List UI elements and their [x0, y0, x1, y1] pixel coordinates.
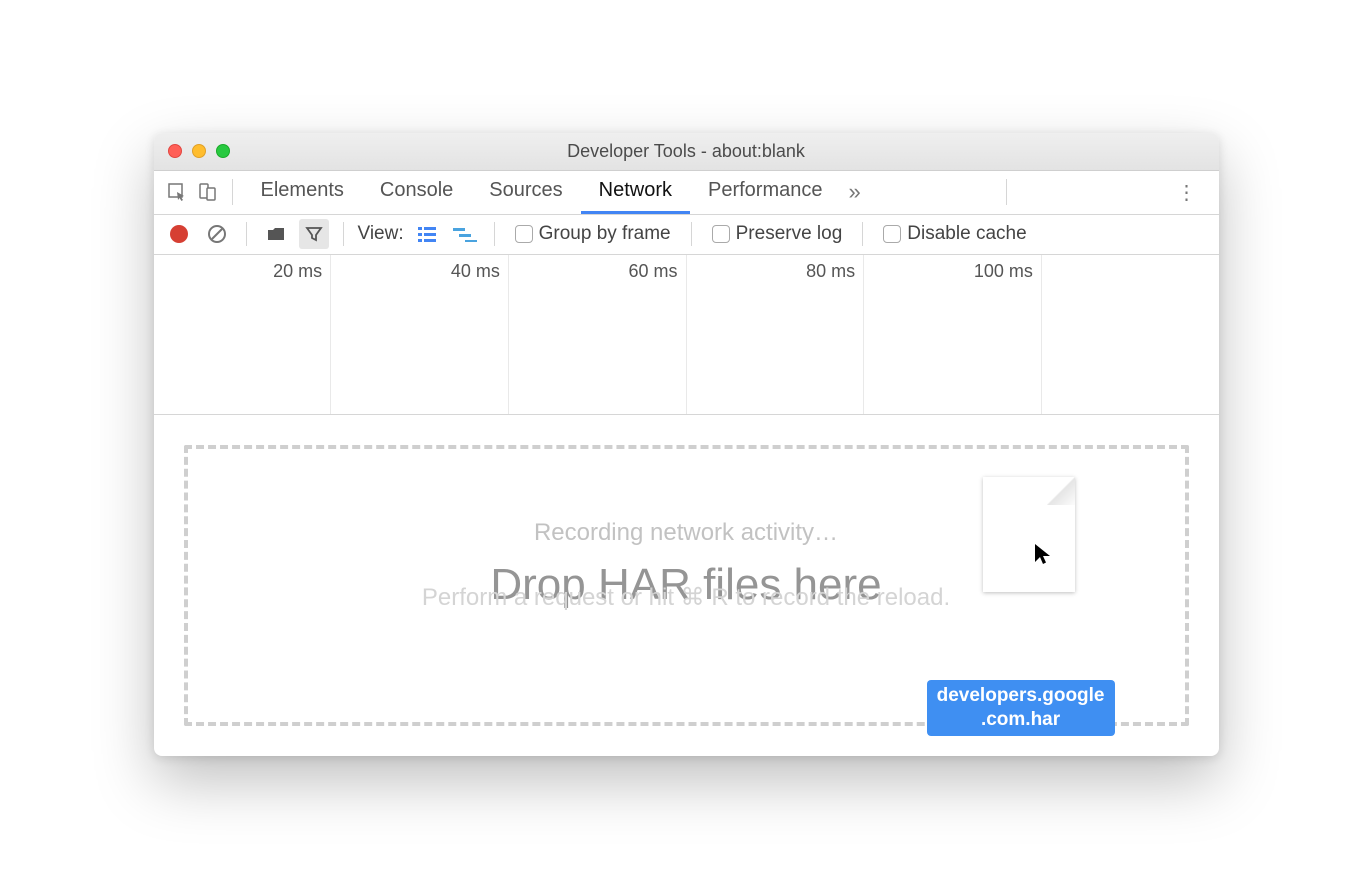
separator	[232, 179, 233, 205]
panel-tabs: Elements Console Sources Network Perform…	[243, 171, 841, 214]
group-by-frame-toggle[interactable]: Group by frame	[515, 223, 671, 245]
disable-cache-toggle[interactable]: Disable cache	[883, 223, 1026, 245]
timeline-tick: 20 ms	[273, 261, 322, 282]
preserve-log-label: Preserve log	[736, 223, 843, 245]
capture-screenshots-icon[interactable]	[261, 219, 291, 249]
view-waterfall-icon[interactable]	[450, 219, 480, 249]
separator	[691, 222, 692, 246]
separator	[862, 222, 863, 246]
clear-button[interactable]	[202, 219, 232, 249]
separator	[1006, 179, 1007, 205]
checkbox-icon	[883, 225, 901, 243]
devtools-tabbar: Elements Console Sources Network Perform…	[154, 171, 1219, 215]
view-list-icon[interactable]	[412, 219, 442, 249]
window-title: Developer Tools - about:blank	[154, 141, 1219, 162]
timeline-tick: 40 ms	[451, 261, 500, 282]
disable-cache-label: Disable cache	[907, 223, 1026, 245]
group-by-frame-label: Group by frame	[539, 223, 671, 245]
network-toolbar: View: Group by frame Preserve log Disabl…	[154, 215, 1219, 255]
reload-hint: Perform a request or hit ⌘ R to record t…	[422, 583, 950, 612]
cursor-icon	[1033, 542, 1053, 566]
device-toolbar-icon[interactable]	[192, 177, 222, 207]
timeline-tick: 60 ms	[628, 261, 677, 282]
recording-hint: Recording network activity…	[534, 519, 838, 547]
devtools-menu-icon[interactable]: ⋮	[1163, 180, 1211, 205]
filter-icon[interactable]	[299, 219, 329, 249]
separator	[494, 222, 495, 246]
network-timeline[interactable]: 20 ms 40 ms 60 ms 80 ms 100 ms	[154, 255, 1219, 415]
tab-performance[interactable]: Performance	[690, 171, 841, 214]
inspect-element-icon[interactable]	[162, 177, 192, 207]
dragged-file-label: developers.google .com.har	[927, 680, 1115, 736]
tab-network[interactable]: Network	[581, 171, 690, 214]
checkbox-icon	[515, 225, 533, 243]
tab-sources[interactable]: Sources	[471, 171, 580, 214]
view-label: View:	[358, 223, 404, 245]
devtools-window: Developer Tools - about:blank Elements C…	[154, 133, 1219, 756]
separator	[343, 222, 344, 246]
timeline-tick: 80 ms	[806, 261, 855, 282]
tab-console[interactable]: Console	[362, 171, 471, 214]
separator	[246, 222, 247, 246]
timeline-tick: 100 ms	[974, 261, 1033, 282]
checkbox-icon	[712, 225, 730, 243]
tab-elements[interactable]: Elements	[243, 171, 362, 214]
record-button[interactable]	[170, 225, 188, 243]
tabs-overflow-button[interactable]: »	[849, 179, 861, 205]
dragged-file-icon	[983, 477, 1075, 592]
preserve-log-toggle[interactable]: Preserve log	[712, 223, 843, 245]
har-dropzone[interactable]: Recording network activity… Perform a re…	[184, 445, 1189, 726]
window-titlebar: Developer Tools - about:blank	[154, 133, 1219, 171]
